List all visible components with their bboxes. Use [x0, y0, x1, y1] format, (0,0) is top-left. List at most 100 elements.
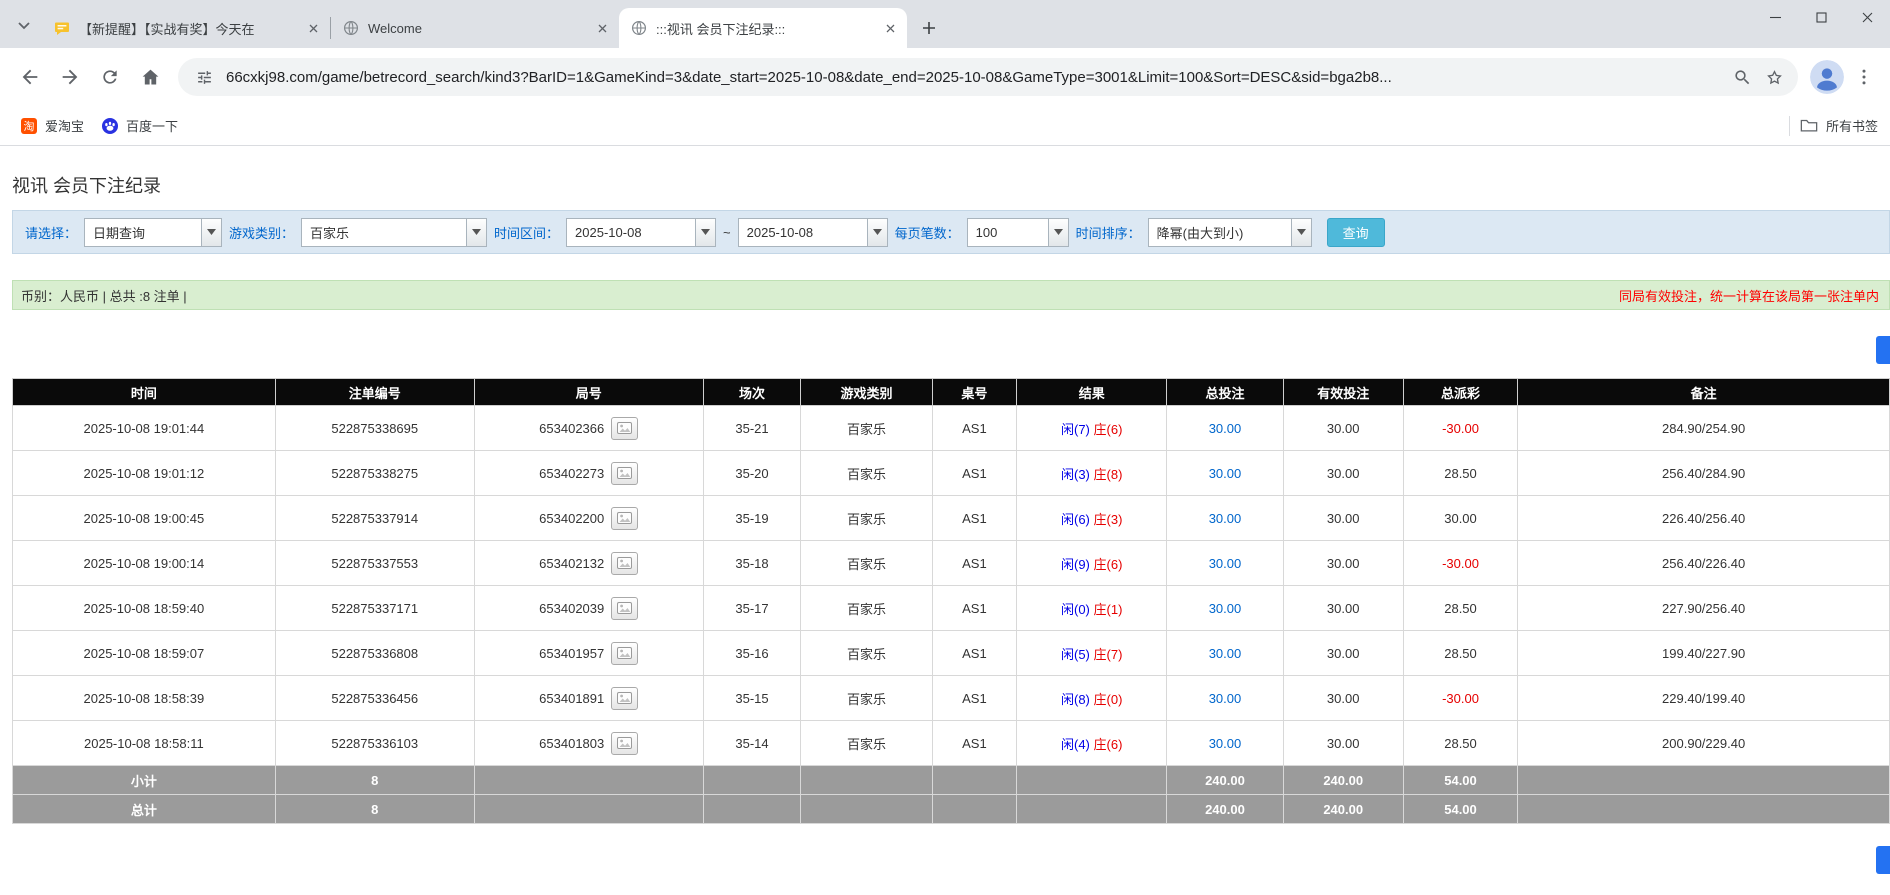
view-round-button[interactable] [611, 417, 638, 440]
globe-favicon-icon [343, 20, 359, 36]
cell-valid-bet: 30.00 [1283, 496, 1403, 541]
refresh-button[interactable] [90, 57, 130, 97]
cell-table-no: AS1 [932, 586, 1016, 631]
cell-total-bet: 30.00 [1167, 406, 1283, 451]
chevron-down-icon[interactable] [695, 219, 715, 246]
bookmark-star-icon[interactable] [1758, 61, 1790, 93]
table-row: 2025-10-08 19:01:12522875338275653402273… [13, 451, 1890, 496]
zoom-icon[interactable] [1726, 61, 1758, 93]
view-round-icon [617, 737, 632, 749]
floating-button-top[interactable] [1876, 336, 1890, 364]
cell-remark: 256.40/284.90 [1518, 451, 1890, 496]
col-header-round-id: 局号 [474, 379, 703, 406]
view-round-button[interactable] [611, 507, 638, 530]
minimize-button[interactable] [1752, 0, 1798, 34]
total-bet-link[interactable]: 30.00 [1209, 691, 1242, 706]
cell-total-bet: 30.00 [1167, 541, 1283, 586]
browser-menu-button[interactable] [1848, 61, 1880, 93]
cell-time: 2025-10-08 19:01:44 [13, 406, 276, 451]
forward-button[interactable] [50, 57, 90, 97]
page-size-label: 每页笔数： [895, 223, 960, 242]
page-title: 视讯 会员下注纪录 [12, 172, 1890, 198]
page-size-select[interactable]: 100 [967, 218, 1069, 247]
tab-welcome[interactable]: Welcome [331, 8, 619, 48]
subtotal-label: 小计 [13, 766, 276, 795]
cell-result: 闲(6) 庄(3) [1017, 496, 1167, 541]
window-close-button[interactable] [1844, 0, 1890, 34]
address-bar[interactable]: 66cxkj98.com/game/betrecord_search/kind3… [178, 58, 1798, 96]
col-header-time: 时间 [13, 379, 276, 406]
floating-button-bottom[interactable] [1876, 846, 1890, 874]
maximize-button[interactable] [1798, 0, 1844, 34]
url-text[interactable]: 66cxkj98.com/game/betrecord_search/kind3… [226, 69, 1726, 86]
cell-table-no: AS1 [932, 676, 1016, 721]
tab-bet-records-active[interactable]: :::视讯 会员下注纪录::: [619, 8, 907, 48]
view-round-button[interactable] [611, 462, 638, 485]
result-player: 闲(6) [1061, 512, 1090, 527]
sort-select[interactable]: 降幂(由大到小) [1148, 218, 1312, 247]
view-round-icon [617, 647, 632, 659]
close-icon[interactable] [593, 19, 611, 37]
view-round-button[interactable] [611, 687, 638, 710]
view-round-button[interactable] [611, 732, 638, 755]
col-header-payout: 总派彩 [1403, 379, 1517, 406]
chevron-down-icon[interactable] [867, 219, 887, 246]
result-player: 闲(0) [1061, 602, 1090, 617]
view-round-button[interactable] [611, 642, 638, 665]
total-bet-link[interactable]: 30.00 [1209, 421, 1242, 436]
total-bet-link[interactable]: 30.00 [1209, 511, 1242, 526]
close-icon[interactable] [881, 19, 899, 37]
tab-forum[interactable]: 【新提醒】【实战有奖】今天在 [42, 8, 330, 48]
cell-bet-id: 522875337914 [275, 496, 474, 541]
bookmark-taobao[interactable]: 淘 爱淘宝 [12, 111, 93, 140]
date-start-input[interactable]: 2025-10-08 [566, 218, 716, 247]
cell-remark: 227.90/256.40 [1518, 586, 1890, 631]
view-round-icon [617, 512, 632, 524]
view-round-icon [617, 422, 632, 434]
total-bet-link[interactable]: 30.00 [1209, 601, 1242, 616]
chevron-down-icon[interactable] [1048, 219, 1068, 246]
view-round-button[interactable] [611, 552, 638, 575]
back-button[interactable] [10, 57, 50, 97]
table-row: 2025-10-08 18:58:11522875336103653401803… [13, 721, 1890, 766]
cell-bet-id: 522875337171 [275, 586, 474, 631]
all-bookmarks-label: 所有书签 [1826, 116, 1878, 135]
tab-search-button[interactable] [10, 12, 38, 40]
cell-session: 35-17 [703, 586, 801, 631]
cell-remark: 200.90/229.40 [1518, 721, 1890, 766]
cell-session: 35-16 [703, 631, 801, 676]
profile-avatar[interactable] [1810, 60, 1844, 94]
site-settings-icon[interactable] [192, 65, 216, 89]
total-bet-link[interactable]: 30.00 [1209, 556, 1242, 571]
total-bet-link[interactable]: 30.00 [1209, 466, 1242, 481]
cell-bet-id: 522875338695 [275, 406, 474, 451]
chevron-down-icon[interactable] [466, 219, 486, 246]
total-bet-link[interactable]: 30.00 [1209, 736, 1242, 751]
cell-table-no: AS1 [932, 721, 1016, 766]
cell-valid-bet: 30.00 [1283, 541, 1403, 586]
home-button[interactable] [130, 57, 170, 97]
date-end-input[interactable]: 2025-10-08 [738, 218, 888, 247]
payout-value: -30.00 [1442, 556, 1479, 571]
cell-valid-bet: 30.00 [1283, 721, 1403, 766]
close-icon[interactable] [304, 19, 322, 37]
query-type-select[interactable]: 日期查询 [84, 218, 222, 247]
table-row: 2025-10-08 19:00:45522875337914653402200… [13, 496, 1890, 541]
cell-time: 2025-10-08 19:01:12 [13, 451, 276, 496]
result-banker: 庄(0) [1094, 692, 1123, 707]
cell-round-id: 653401891 [474, 676, 703, 721]
bookmark-baidu[interactable]: 百度一下 [93, 111, 187, 140]
round-id-text: 653402273 [539, 466, 604, 481]
cell-time: 2025-10-08 18:59:40 [13, 586, 276, 631]
all-bookmarks-button[interactable]: 所有书签 [1800, 116, 1878, 135]
new-tab-button[interactable] [915, 14, 943, 42]
search-button[interactable]: 查询 [1327, 218, 1385, 247]
chevron-down-icon[interactable] [1291, 219, 1311, 246]
game-type-select[interactable]: 百家乐 [301, 218, 487, 247]
total-row: 总计 8 240.00 240.00 54.00 [13, 795, 1890, 824]
select-label: 请选择： [25, 223, 77, 242]
total-bet-link[interactable]: 30.00 [1209, 646, 1242, 661]
chevron-down-icon[interactable] [201, 219, 221, 246]
view-round-button[interactable] [611, 597, 638, 620]
result-player: 闲(3) [1061, 467, 1090, 482]
